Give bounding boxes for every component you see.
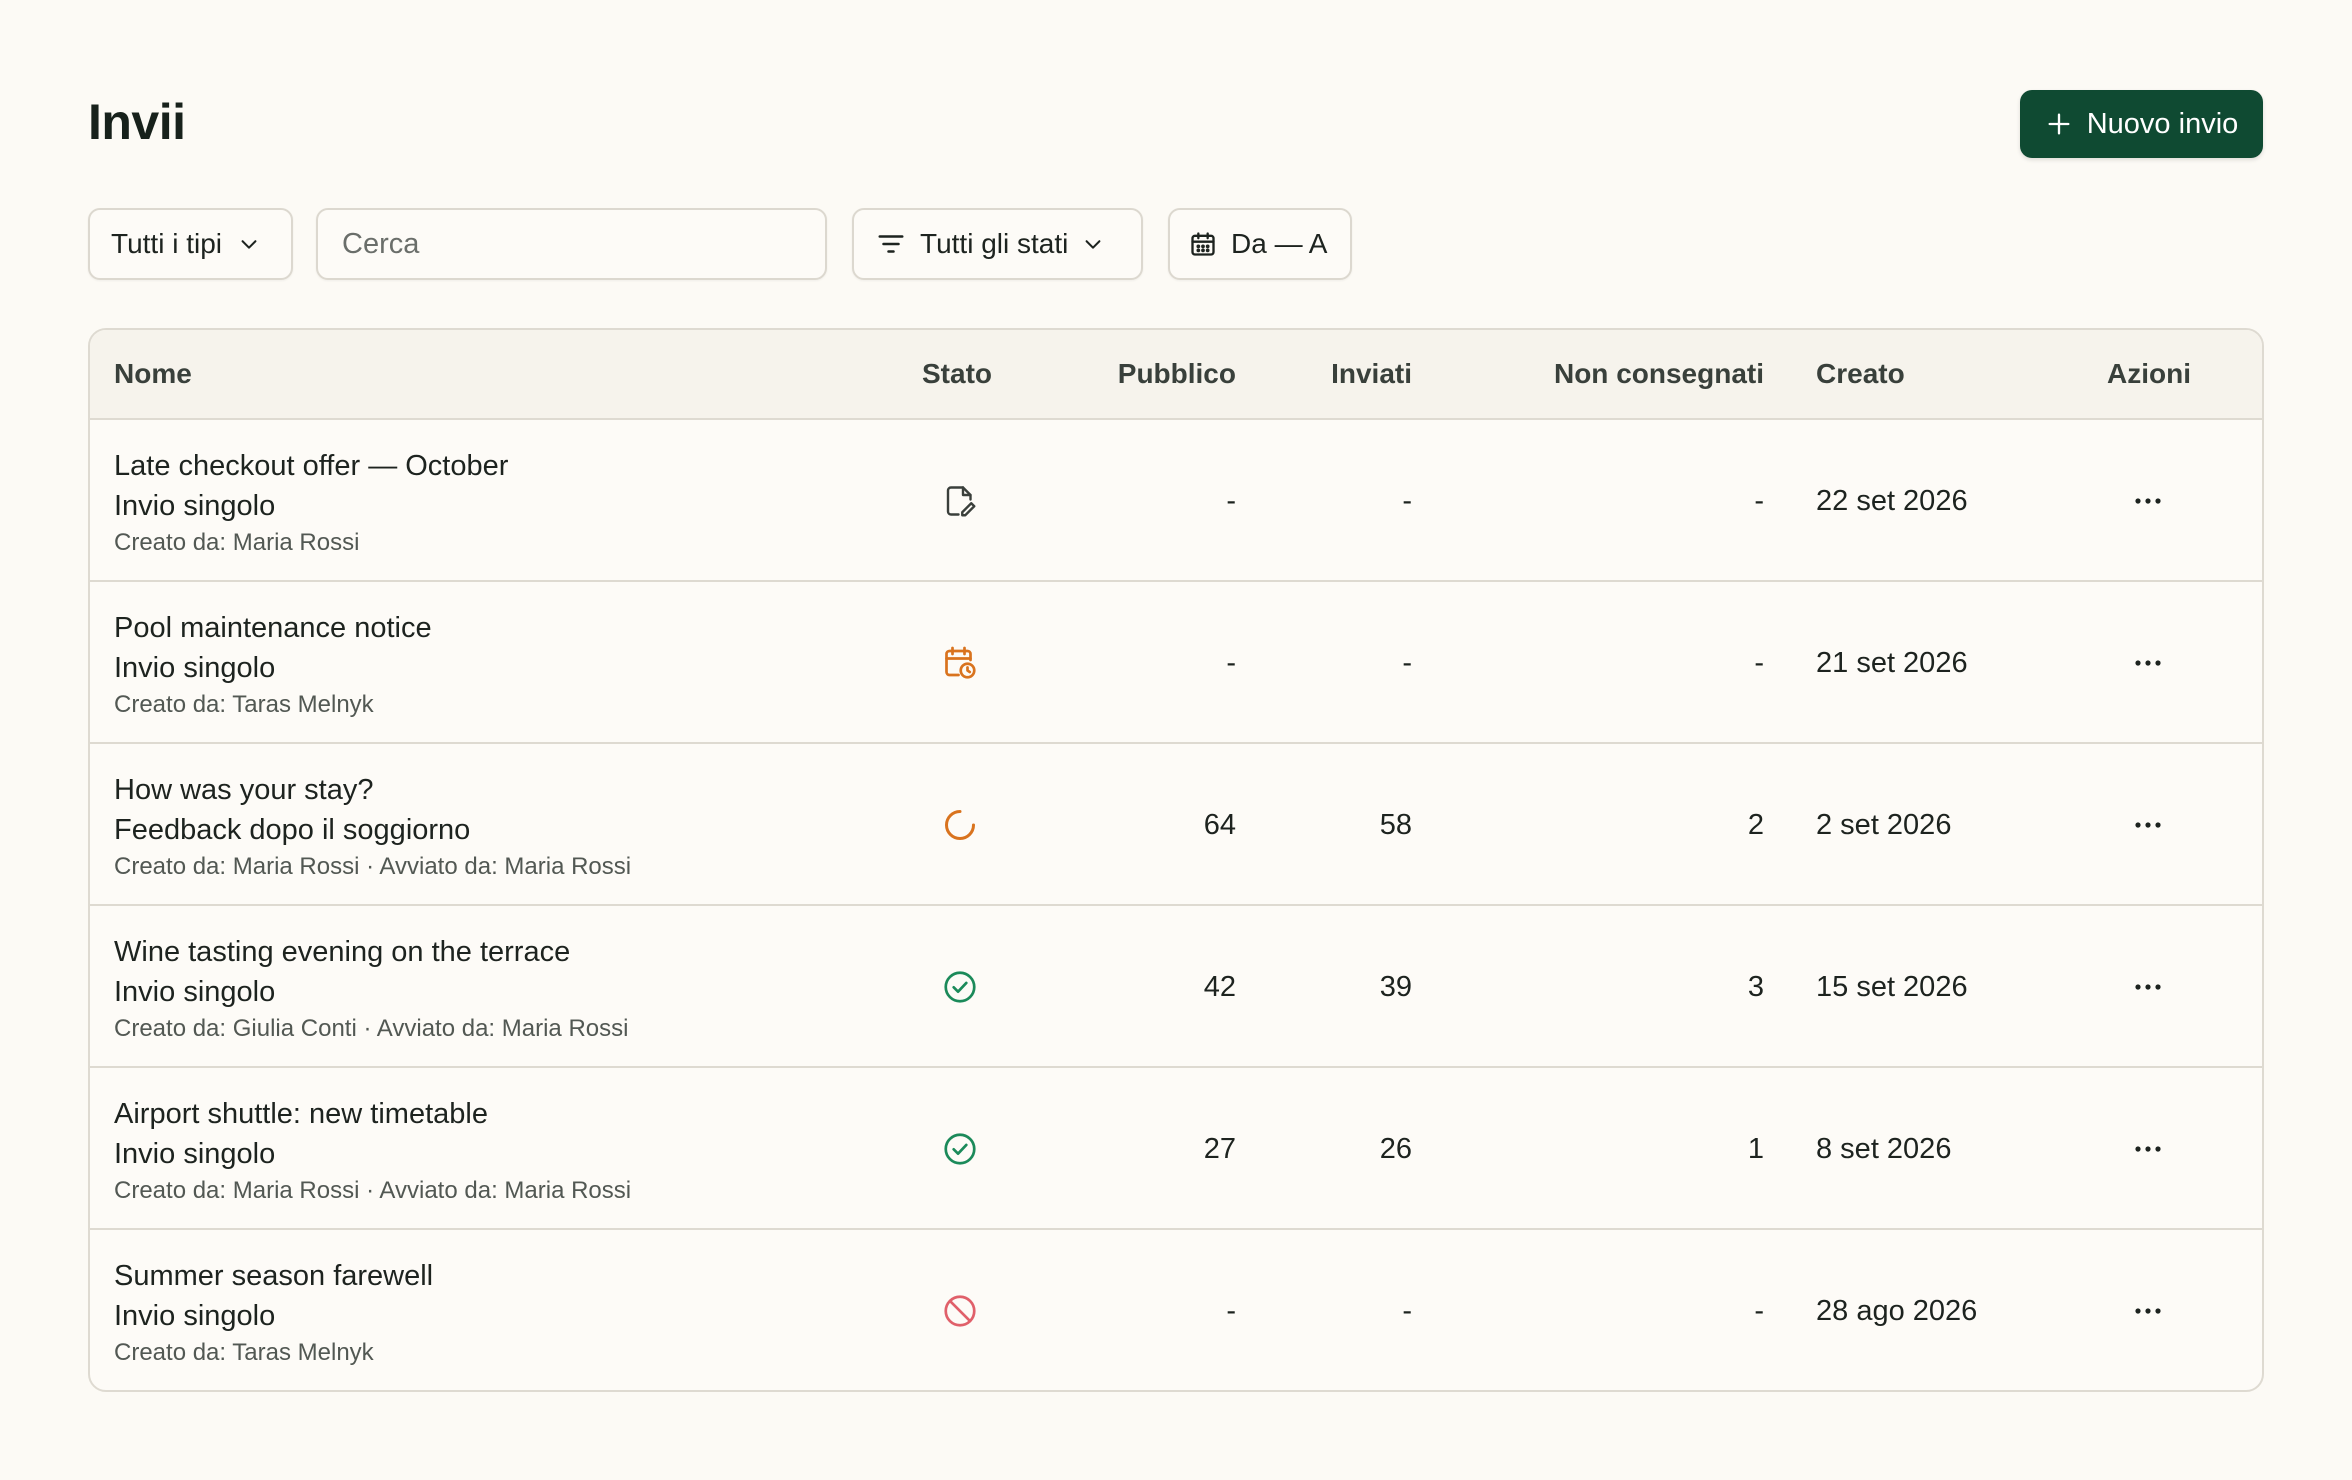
- send-title[interactable]: Late checkout offer — October: [114, 446, 508, 486]
- audience-value: -: [1226, 1295, 1236, 1327]
- table-row[interactable]: Summer season farewell Invio singolo Cre…: [90, 1230, 2262, 1390]
- table-row[interactable]: Late checkout offer — October Invio sing…: [90, 420, 2262, 582]
- created-date: 28 ago 2026: [1816, 1295, 1978, 1327]
- more-horizontal-icon: [2135, 660, 2161, 666]
- audience-value: -: [1226, 647, 1236, 679]
- send-meta: Creato da: Maria Rossi · Avviato da: Mar…: [114, 853, 632, 880]
- new-send-button[interactable]: Nuovo invio: [2020, 90, 2263, 158]
- undelivered-value: -: [1754, 1295, 1764, 1327]
- sends-table: Nome Stato Pubblico Inviati Non consegna…: [88, 328, 2264, 1392]
- types-dropdown[interactable]: Tutti i tipi: [88, 208, 293, 280]
- row-actions-button[interactable]: [2128, 643, 2168, 683]
- send-title[interactable]: Pool maintenance notice: [114, 608, 432, 648]
- undelivered-value: -: [1754, 485, 1764, 517]
- send-meta: Creato da: Maria Rossi · Avviato da: Mar…: [114, 1177, 632, 1204]
- send-type: Invio singolo: [114, 1300, 276, 1332]
- cancelled-icon: [942, 1293, 978, 1329]
- sent-value: -: [1402, 1295, 1412, 1327]
- send-type: Invio singolo: [114, 490, 276, 522]
- scheduled-calendar-icon: [942, 645, 978, 681]
- undelivered-value: 1: [1747, 1133, 1764, 1165]
- column-header-name[interactable]: Nome: [114, 330, 192, 418]
- send-meta: Creato da: Giulia Conti · Avviato da: Ma…: [114, 1015, 629, 1042]
- sent-value: 39: [1379, 971, 1412, 1003]
- search-field[interactable]: [316, 208, 827, 280]
- more-horizontal-icon: [2135, 822, 2161, 828]
- table-header: Nome Stato Pubblico Inviati Non consegna…: [90, 330, 2262, 420]
- more-horizontal-icon: [2135, 498, 2161, 504]
- plus-icon: [2048, 113, 2070, 135]
- states-dropdown[interactable]: Tutti gli stati: [852, 208, 1143, 280]
- column-header-audience[interactable]: Pubblico: [1118, 330, 1236, 418]
- row-actions-button[interactable]: [2128, 805, 2168, 845]
- created-date: 8 set 2026: [1816, 1133, 1952, 1165]
- send-title[interactable]: How was your stay?: [114, 770, 374, 810]
- column-header-status[interactable]: Stato: [922, 330, 992, 418]
- column-header-sent[interactable]: Inviati: [1331, 330, 1412, 418]
- chevron-down-icon: [241, 240, 257, 249]
- send-title[interactable]: Summer season farewell: [114, 1256, 433, 1296]
- page-title: Invii: [88, 94, 186, 150]
- send-title[interactable]: Wine tasting evening on the terrace: [114, 932, 570, 972]
- column-header-created[interactable]: Creato: [1816, 330, 1905, 418]
- in-progress-spinner-icon: [942, 807, 978, 843]
- column-header-actions: Azioni: [2107, 358, 2191, 389]
- chevron-down-icon: [1085, 240, 1101, 249]
- created-date: 21 set 2026: [1816, 647, 1968, 679]
- filter-icon: [878, 235, 904, 253]
- send-meta: Creato da: Maria Rossi: [114, 529, 360, 556]
- completed-check-icon: [942, 1131, 978, 1167]
- send-type: Invio singolo: [114, 976, 276, 1008]
- more-horizontal-icon: [2135, 984, 2161, 990]
- row-actions-button[interactable]: [2128, 967, 2168, 1007]
- table-row[interactable]: How was your stay? Feedback dopo il sogg…: [90, 744, 2262, 906]
- more-horizontal-icon: [2135, 1308, 2161, 1314]
- sent-value: 26: [1379, 1133, 1412, 1165]
- sent-value: -: [1402, 647, 1412, 679]
- draft-icon: [942, 483, 978, 519]
- row-actions-button[interactable]: [2128, 1129, 2168, 1169]
- send-meta: Creato da: Taras Melnyk: [114, 1339, 374, 1366]
- table-row[interactable]: Wine tasting evening on the terrace Invi…: [90, 906, 2262, 1068]
- table-row[interactable]: Pool maintenance notice Invio singolo Cr…: [90, 582, 2262, 744]
- column-header-undelivered[interactable]: Non consegnati: [1554, 330, 1764, 418]
- states-dropdown-label: Tutti gli stati: [920, 228, 1069, 259]
- table-row[interactable]: Airport shuttle: new timetable Invio sin…: [90, 1068, 2262, 1230]
- completed-check-icon: [942, 969, 978, 1005]
- audience-value: 64: [1203, 809, 1236, 841]
- undelivered-value: 3: [1747, 971, 1764, 1003]
- date-range-label: Da — A: [1231, 228, 1328, 259]
- created-date: 22 set 2026: [1816, 485, 1968, 517]
- created-date: 2 set 2026: [1816, 809, 1952, 841]
- audience-value: 42: [1203, 971, 1236, 1003]
- row-actions-button[interactable]: [2128, 1291, 2168, 1331]
- more-horizontal-icon: [2135, 1146, 2161, 1152]
- row-actions-button[interactable]: [2128, 481, 2168, 521]
- page: Invii Nuovo invio Tutti i tipi Tutti gli…: [0, 0, 2352, 1480]
- send-meta: Creato da: Taras Melnyk: [114, 691, 374, 718]
- send-type: Invio singolo: [114, 652, 276, 684]
- types-dropdown-label: Tutti i tipi: [111, 228, 222, 259]
- send-type: Feedback dopo il soggiorno: [114, 814, 471, 846]
- created-date: 15 set 2026: [1816, 971, 1968, 1003]
- sent-value: 58: [1379, 809, 1412, 841]
- undelivered-value: 2: [1747, 809, 1764, 841]
- sent-value: -: [1402, 485, 1412, 517]
- undelivered-value: -: [1754, 647, 1764, 679]
- audience-value: -: [1226, 485, 1236, 517]
- search-input[interactable]: [342, 227, 825, 261]
- audience-value: 27: [1203, 1133, 1236, 1165]
- calendar-icon: [1191, 232, 1215, 256]
- send-title[interactable]: Airport shuttle: new timetable: [114, 1094, 488, 1134]
- send-type: Invio singolo: [114, 1138, 276, 1170]
- new-send-button-label: Nuovo invio: [2086, 107, 2239, 140]
- date-range-picker[interactable]: Da — A: [1168, 208, 1352, 280]
